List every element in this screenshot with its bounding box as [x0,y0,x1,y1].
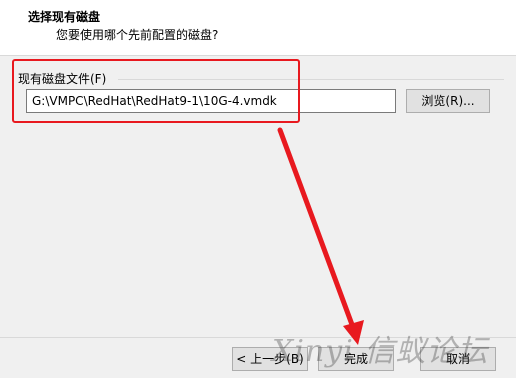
annotation-arrow [277,127,364,345]
arrow-shaft [277,127,357,333]
watermark: Xinyi 信蚁论坛 [272,334,489,369]
